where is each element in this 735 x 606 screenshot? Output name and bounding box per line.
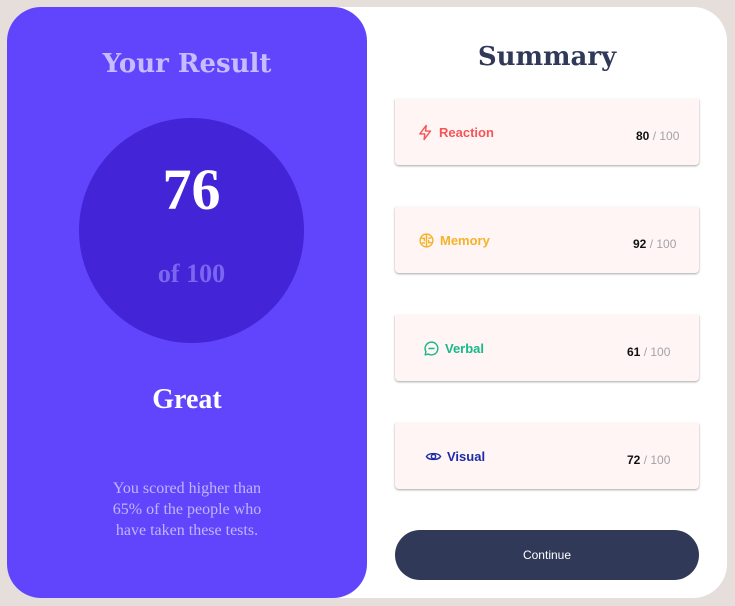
result-description: You scored higher than 65% of the people… xyxy=(112,480,262,539)
summary-item-score: 80 / 100 xyxy=(636,129,679,143)
continue-button[interactable]: Continue xyxy=(395,530,699,580)
summary-item-label-group: Visual xyxy=(425,448,485,465)
summary-item-score-total: / 100 xyxy=(640,345,671,359)
summary-item-score-value: 61 xyxy=(627,345,641,359)
summary-item-label: Reaction xyxy=(439,125,494,140)
summary-item-score-value: 92 xyxy=(633,237,647,251)
brain-icon xyxy=(419,233,434,248)
score-total-label: of 100 xyxy=(157,259,226,288)
summary-item-label-group: Memory xyxy=(418,232,490,249)
lightning-icon xyxy=(419,124,432,141)
summary-item-score-value: 80 xyxy=(636,129,650,143)
eye-icon xyxy=(425,452,442,461)
summary-item-label: Visual xyxy=(447,449,486,464)
summary-item-label-group: Reaction xyxy=(417,124,494,141)
summary-item-verbal: Verbal 61 / 100 xyxy=(395,315,699,381)
summary-item-memory: Memory 92 / 100 xyxy=(395,207,699,273)
summary-item-reaction: Reaction 80 / 100 xyxy=(395,99,699,165)
summary-item-label: Memory xyxy=(440,233,490,248)
summary-item-score-value: 72 xyxy=(627,453,641,467)
result-panel: Your Result 76 of 100 Great You scored h… xyxy=(7,7,367,598)
chat-icon xyxy=(424,341,439,356)
summary-item-score: 72 / 100 xyxy=(627,453,670,467)
rating-label: Great xyxy=(152,384,222,415)
summary-item-label: Verbal xyxy=(445,341,485,356)
summary-item-score-total: / 100 xyxy=(640,453,671,467)
summary-title: Summary xyxy=(477,42,617,72)
summary-item-label-group: Verbal xyxy=(423,340,484,357)
summary-item-visual: Visual 72 / 100 xyxy=(395,423,699,489)
result-title: Your Result xyxy=(102,49,272,79)
summary-item-score: 92 / 100 xyxy=(633,237,676,251)
summary-item-score: 61 / 100 xyxy=(627,345,670,359)
summary-item-score-total: / 100 xyxy=(646,237,677,251)
summary-item-score-total: / 100 xyxy=(649,129,680,143)
score-value: 76 xyxy=(162,157,221,222)
score-circle: 76 of 100 xyxy=(79,118,304,343)
